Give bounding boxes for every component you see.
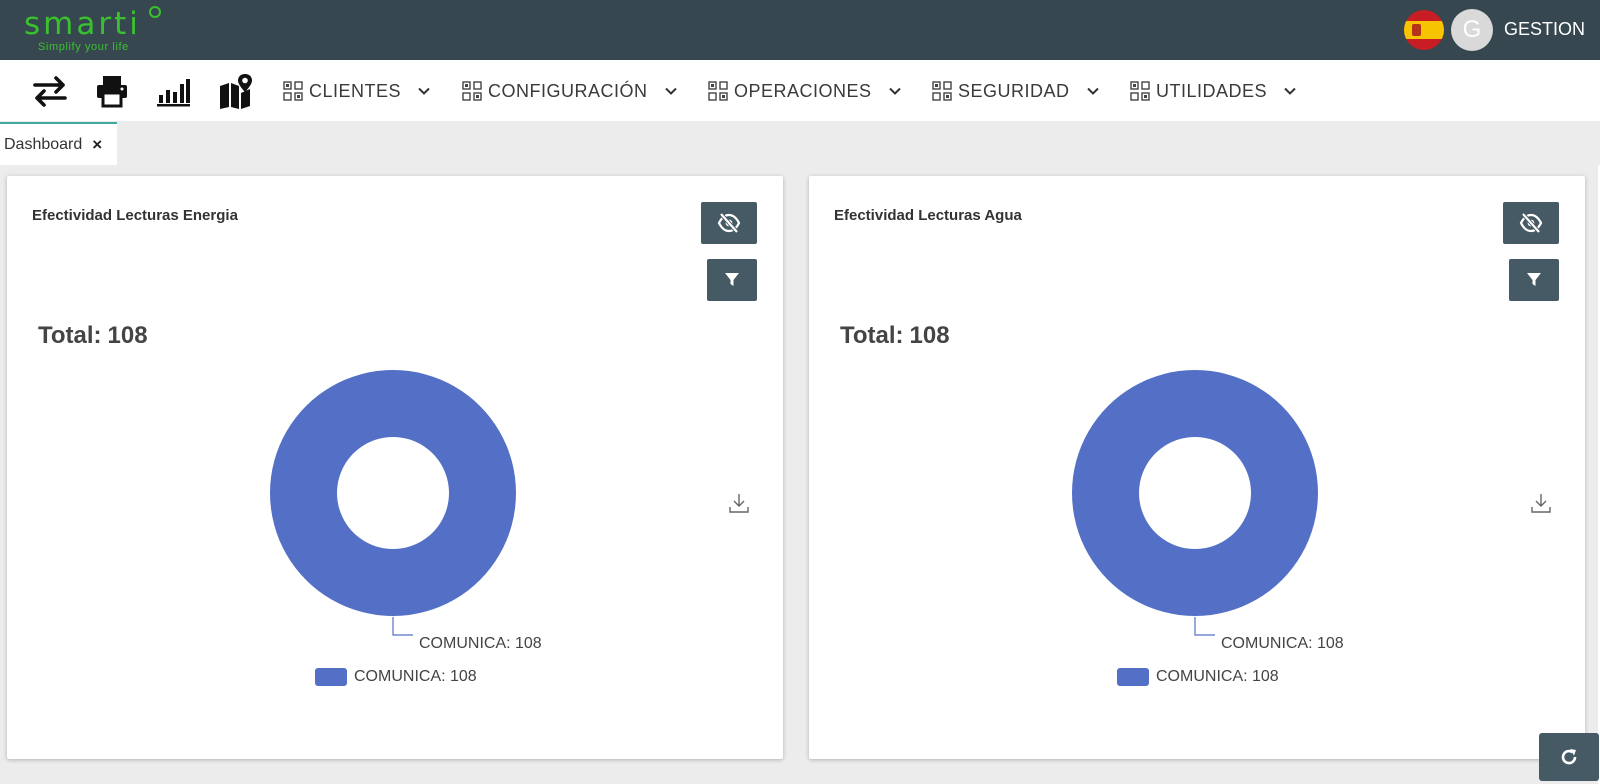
legend-swatch	[315, 668, 347, 686]
bar-chart-icon[interactable]	[156, 73, 192, 109]
tab-strip: Dashboard ×	[0, 121, 1600, 165]
username[interactable]: GESTION	[1504, 19, 1585, 40]
logo-tagline: Simplify your life	[38, 41, 129, 53]
legend-swatch	[1117, 668, 1149, 686]
logo-ring	[149, 6, 161, 18]
refresh-icon	[1561, 749, 1577, 765]
label-leader-line	[1194, 617, 1215, 636]
tab-label: Dashboard	[4, 135, 83, 153]
module-icon	[283, 81, 303, 101]
close-icon[interactable]: ×	[92, 135, 102, 155]
download-icon[interactable]	[1529, 491, 1553, 515]
top-bar: smarti Simplify your life G GESTION	[0, 0, 1600, 60]
map-pin-icon[interactable]	[218, 73, 254, 109]
menu-operaciones[interactable]: OPERACIONES	[708, 76, 902, 106]
smarti-logo[interactable]: smarti Simplify your life	[24, 4, 174, 56]
slice-label: COMUNICA: 108	[419, 635, 542, 652]
menu-label: CLIENTES	[309, 80, 402, 101]
chevron-down-icon	[664, 87, 677, 95]
transfer-icon[interactable]	[32, 73, 68, 109]
menu-label: SEGURIDAD	[958, 80, 1070, 101]
menu-utilidades[interactable]: UTILIDADES	[1130, 76, 1297, 106]
legend-item[interactable]: COMUNICA: 108	[315, 668, 477, 686]
label-leader-line	[392, 617, 413, 636]
spain-flag-icon[interactable]	[1404, 10, 1444, 50]
menu-clientes[interactable]: CLIENTES	[283, 76, 431, 106]
chart-card-agua: Efectividad Lecturas Agua Total: 108 COMU…	[809, 176, 1585, 759]
menu-label: OPERACIONES	[734, 80, 872, 101]
donut-slice[interactable]	[269, 370, 516, 616]
module-icon	[708, 81, 728, 101]
legend-label: COMUNICA: 108	[354, 668, 477, 685]
menu-label: UTILIDADES	[1156, 80, 1268, 101]
slice-label: COMUNICA: 108	[1221, 635, 1344, 652]
download-icon[interactable]	[727, 491, 751, 515]
chevron-down-icon	[1284, 87, 1296, 95]
module-icon	[462, 81, 482, 101]
menu-label: CONFIGURACIÓN	[488, 80, 648, 101]
donut-slices[interactable]	[269, 370, 516, 616]
chevron-down-icon	[418, 87, 430, 95]
tab-dashboard[interactable]: Dashboard ×	[0, 122, 117, 165]
menu-bar: CLIENTES CONFIGURACIÓN OPERACIONES SEGUR…	[0, 60, 1600, 121]
printer-icon[interactable]	[94, 73, 130, 109]
donut-slices[interactable]	[1071, 370, 1318, 616]
logo-text: smarti	[24, 6, 141, 42]
module-icon	[932, 81, 952, 101]
legend-item[interactable]: COMUNICA: 108	[1117, 668, 1279, 686]
legend-label: COMUNICA: 108	[1156, 668, 1279, 685]
refresh-button[interactable]	[1539, 733, 1599, 781]
chart-card-energia: Efectividad Lecturas Energia Total: 108 C…	[7, 176, 783, 759]
menu-configuracion[interactable]: CONFIGURACIÓN	[462, 76, 678, 106]
chevron-down-icon	[1086, 87, 1099, 95]
flag-crest	[1412, 24, 1421, 36]
menu-seguridad[interactable]: SEGURIDAD	[932, 76, 1100, 106]
flag-band	[1404, 21, 1444, 39]
avatar[interactable]: G	[1451, 9, 1493, 51]
donut-slice[interactable]	[1071, 370, 1318, 616]
module-icon	[1130, 81, 1150, 101]
chevron-down-icon	[888, 87, 901, 95]
